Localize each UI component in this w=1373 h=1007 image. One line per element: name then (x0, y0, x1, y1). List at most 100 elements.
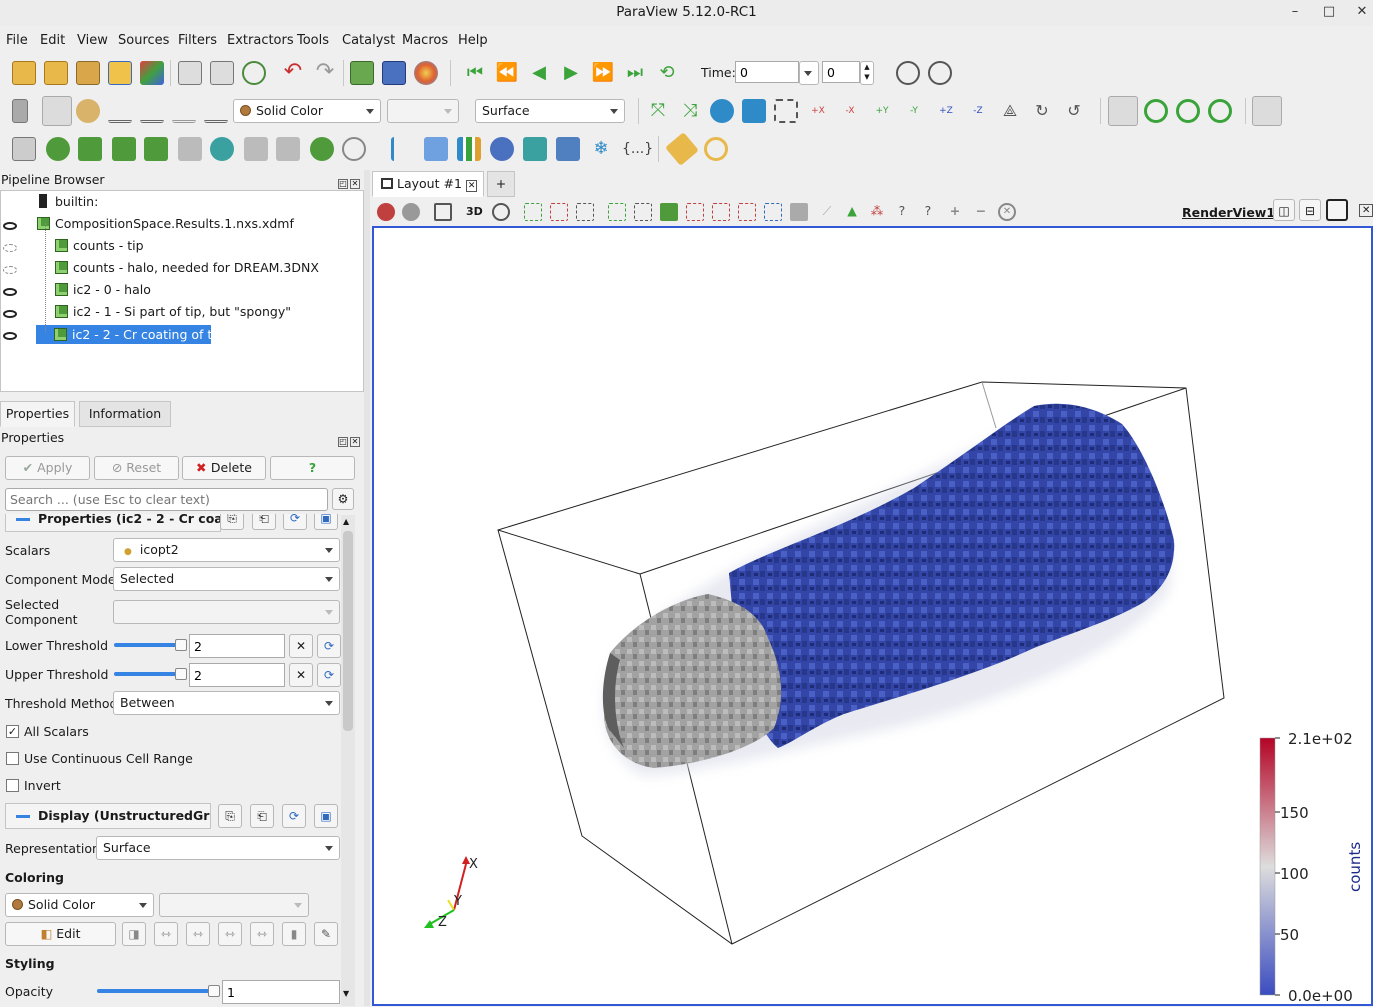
close-icon[interactable]: ✕ (350, 437, 360, 447)
set-view-plus-x-icon[interactable]: +X (806, 99, 830, 123)
disconnect-icon[interactable] (178, 61, 202, 85)
select-cells-icon[interactable] (524, 203, 542, 221)
select-blocks-icon[interactable] (634, 203, 652, 221)
query-point-icon[interactable]: ? (919, 203, 937, 221)
pipeline-item[interactable]: counts - halo, needed for DREAM.3DNX (55, 258, 319, 278)
reset-range-icon[interactable] (108, 99, 132, 123)
split-horizontal-icon[interactable]: ◫ (1273, 199, 1295, 221)
component-select[interactable] (387, 99, 459, 123)
warp-vector-icon[interactable] (276, 137, 300, 161)
interactive-select-icon[interactable] (660, 203, 678, 221)
contour-icon[interactable] (46, 137, 70, 161)
tab-properties[interactable]: Properties (0, 401, 75, 427)
timestep-spinner[interactable]: ▲ ▼ (860, 61, 874, 85)
continuous-range-checkbox[interactable] (6, 752, 19, 765)
loop-icon[interactable]: ⟲ (655, 61, 679, 85)
range-over-time-icon[interactable] (172, 99, 196, 123)
tab-layout-1[interactable]: Layout #1 ✕ (372, 171, 484, 197)
pipeline-dock-buttons[interactable]: ◰ ✕ (336, 174, 360, 189)
ruler-icon[interactable] (665, 132, 699, 166)
pipeline-item[interactable]: CompositionSpace.Results.1.nxs.xdmf (37, 214, 294, 234)
close-selection-icon[interactable]: ✕ (998, 203, 1016, 221)
reset-upper-icon[interactable]: ⟳ (317, 663, 341, 687)
apply-button[interactable]: ✔ Apply (5, 456, 90, 480)
stream-tracer-icon[interactable] (244, 137, 268, 161)
choose-preset-icon[interactable]: ◨ (122, 922, 146, 946)
select-frustum-icon[interactable] (576, 203, 594, 221)
visibility-eye-icon[interactable] (3, 222, 17, 230)
color-legend[interactable]: 2.1e+02 150 100 50 0.0e+00 counts (1259, 730, 1364, 1005)
histogram-icon[interactable] (457, 137, 481, 161)
timestep-input[interactable] (822, 61, 860, 83)
programmable-filter-icon[interactable]: {...} (622, 137, 653, 161)
plot-over-line-icon[interactable] (391, 137, 415, 161)
slice-icon[interactable] (112, 137, 136, 161)
representation-select[interactable]: Surface (96, 836, 340, 860)
plot-selection-icon[interactable] (424, 137, 448, 161)
extract-subset-icon[interactable] (178, 137, 202, 161)
first-frame-icon[interactable]: ⏮ (463, 61, 487, 85)
python-calculator-icon[interactable]: ❄ (589, 137, 613, 161)
paste-icon[interactable]: ⎗ (250, 804, 274, 828)
plot-data-icon[interactable] (490, 137, 514, 161)
restore-defaults-icon[interactable]: ⟳ (282, 804, 306, 828)
shrink-selection-icon[interactable] (764, 203, 782, 221)
find-data-icon[interactable] (382, 61, 406, 85)
close-icon[interactable]: ✕ (350, 179, 360, 189)
interaction-mode-icon[interactable] (1108, 96, 1138, 126)
server-icon[interactable] (210, 61, 234, 85)
slider-handle[interactable] (174, 639, 187, 651)
render-scene[interactable]: X Y Z 2.1e+02 150 100 50 0.0e+00 counts (374, 228, 1371, 1005)
pipeline-root[interactable]: builtin: (39, 192, 98, 212)
time-input[interactable] (735, 61, 799, 83)
upper-threshold-slider[interactable] (114, 668, 187, 680)
zoom-box-render-icon[interactable] (774, 99, 798, 123)
copy-icon[interactable]: ⎘ (220, 514, 244, 530)
axes-point-icon[interactable]: ⁂ (868, 203, 886, 221)
rescale-icon[interactable]: ⇿ (154, 922, 178, 946)
protractor-icon[interactable] (704, 137, 728, 161)
pick-center-icon[interactable] (1176, 99, 1200, 123)
component-mode-select[interactable]: Selected (113, 567, 340, 591)
coloring-select[interactable]: Solid Color (5, 893, 154, 917)
plot-global-icon[interactable] (556, 137, 580, 161)
renderview-label[interactable]: RenderView1 (1182, 205, 1275, 220)
hover-points-icon[interactable] (712, 203, 730, 221)
properties-scrollbar[interactable]: ▲ ▼ (341, 515, 355, 1006)
clip-icon[interactable] (78, 137, 102, 161)
menu-sources[interactable]: Sources (118, 33, 169, 48)
scroll-down-icon[interactable]: ▼ (343, 989, 349, 998)
camera-icon[interactable] (434, 203, 452, 221)
set-view-minus-x-icon[interactable]: -X (838, 99, 862, 123)
reset-closest-icon[interactable]: ⤨ (678, 99, 702, 123)
zoom-to-data-icon[interactable] (896, 61, 920, 85)
save-state-icon[interactable] (108, 61, 132, 85)
opacity-slider[interactable] (97, 985, 220, 997)
last-frame-icon[interactable]: ⏭ (623, 61, 647, 85)
menu-help[interactable]: Help (458, 33, 488, 48)
gear-icon[interactable]: ⚙ (332, 488, 354, 510)
visibility-eye-closed-icon[interactable] (3, 266, 17, 274)
save-defaults-icon[interactable]: ▣ (314, 514, 338, 530)
rescale-visible-icon[interactable]: ⇿ (250, 922, 274, 946)
visibility-eye-icon[interactable] (3, 310, 17, 318)
minus-icon[interactable]: − (972, 203, 990, 221)
grow-selection-icon[interactable] (738, 203, 756, 221)
float-icon[interactable]: ◰ (338, 437, 348, 447)
save-defaults-icon[interactable]: ▣ (314, 804, 338, 828)
calculator-icon[interactable] (12, 137, 36, 161)
threshold-method-select[interactable]: Between (113, 691, 340, 715)
reset-button[interactable]: ⊘ Reset (94, 456, 179, 480)
extract-level-icon[interactable] (342, 137, 366, 161)
custom-range-icon[interactable] (140, 99, 164, 123)
visible-range-icon[interactable] (204, 99, 228, 123)
pipeline-item[interactable]: counts - tip (55, 236, 144, 256)
opacity-input[interactable] (222, 980, 340, 1004)
animation-icon[interactable] (242, 61, 266, 85)
play-icon[interactable]: ▶ (559, 61, 583, 85)
selected-component-select[interactable] (113, 600, 340, 624)
visibility-eye-icon[interactable] (3, 332, 17, 340)
color-palette-icon[interactable] (414, 61, 438, 85)
tab-information[interactable]: Information (79, 401, 171, 427)
toggle-icon[interactable] (402, 203, 420, 221)
